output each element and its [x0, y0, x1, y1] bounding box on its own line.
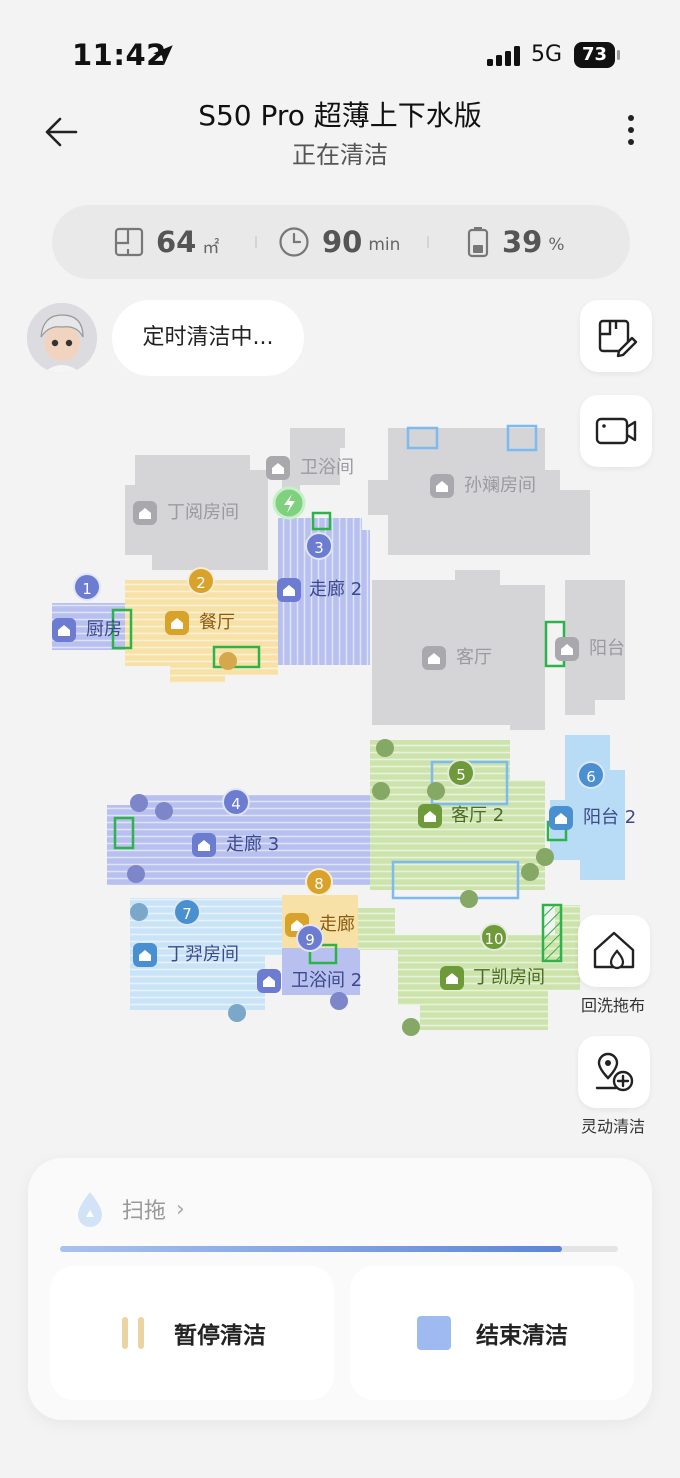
room-name[interactable]: 丁阅房间 — [167, 501, 239, 525]
battery-outline-icon — [467, 227, 489, 258]
pause-button[interactable]: 暂停清洁 — [50, 1266, 334, 1400]
chevron-right-icon: › — [176, 1196, 185, 1222]
edit-map-button[interactable] — [580, 300, 652, 372]
progress-bar — [60, 1246, 618, 1252]
back-arrow-icon[interactable] — [40, 110, 84, 154]
time-unit: min — [368, 235, 401, 255]
room-order-badge: 1 — [73, 573, 101, 601]
room-name[interactable]: 走廊 — [319, 913, 355, 937]
more-options-icon[interactable] — [614, 112, 648, 148]
pause-label: 暂停清洁 — [174, 1323, 266, 1349]
progress-fill — [60, 1246, 563, 1252]
charging-dock[interactable] — [272, 486, 306, 520]
room-icon — [549, 806, 573, 830]
cleaning-stats: 64 ㎡ 90 min 39 % — [52, 205, 630, 279]
room-name[interactable]: 客厅 — [456, 646, 492, 670]
room-name[interactable]: 走廊 2 — [309, 578, 362, 602]
room-icon — [192, 833, 216, 857]
mop-wash-label: 回洗拖布 — [580, 996, 645, 1015]
stat-divider — [255, 236, 257, 248]
room-name[interactable]: 卫浴间 — [300, 456, 354, 480]
stat-divider — [427, 236, 429, 248]
room-name[interactable]: 客厅 2 — [451, 804, 504, 828]
stop-icon — [417, 1316, 451, 1350]
stop-label: 结束清洁 — [476, 1323, 568, 1349]
battery-level: 73 — [574, 42, 615, 68]
room-icon — [133, 943, 157, 967]
time-value: 90 — [322, 225, 363, 259]
room-name[interactable]: 孙斓房间 — [464, 474, 536, 498]
mop-wash-button[interactable] — [578, 915, 650, 987]
battery-stat: 39 % — [466, 205, 565, 279]
room-icon — [555, 637, 579, 661]
room-name[interactable]: 丁凯房间 — [473, 966, 545, 990]
stop-button[interactable]: 结束清洁 — [350, 1266, 634, 1400]
status-bubble: 定时清洁中... — [112, 300, 304, 376]
room-icon — [52, 618, 76, 642]
room-icon — [266, 456, 290, 480]
room-name[interactable]: 阳台 — [589, 637, 625, 661]
edit-map-icon — [598, 319, 638, 358]
device-title: S50 Pro 超薄上下水版 — [198, 99, 482, 132]
room-name[interactable]: 阳台 2 — [583, 806, 636, 830]
room-icon — [430, 474, 454, 498]
water-drop-icon — [78, 1192, 102, 1227]
room-name[interactable]: 厨房 — [86, 618, 122, 642]
room-order-badge: 5 — [447, 759, 475, 787]
location-arrow-icon — [153, 45, 173, 65]
network-type: 5G — [531, 42, 563, 67]
room-name[interactable]: 走廊 3 — [226, 833, 279, 857]
clock-icon — [279, 227, 309, 257]
location-plus-icon — [595, 1052, 634, 1092]
time-stat: 90 min — [278, 205, 400, 279]
area-icon — [114, 227, 144, 257]
smart-clean-button[interactable] — [578, 1036, 650, 1108]
battery-nub — [617, 50, 620, 60]
cellular-signal-icon — [487, 46, 520, 66]
room-order-badge: 3 — [305, 532, 333, 560]
device-status: 正在清洁 — [292, 141, 388, 169]
cartoon-avatar-icon — [27, 303, 97, 373]
room-icon — [257, 969, 281, 993]
mode-label: 扫拖 — [122, 1199, 167, 1224]
room-order-badge: 7 — [173, 898, 201, 926]
no-go-zone — [541, 903, 563, 963]
robot-avatar[interactable] — [27, 303, 97, 373]
room-order-badge: 9 — [296, 924, 324, 952]
room-name[interactable]: 丁羿房间 — [167, 943, 239, 967]
battery-unit: % — [548, 235, 565, 255]
room-icon — [277, 578, 301, 602]
room-icon — [133, 501, 157, 525]
room-order-badge: 10 — [480, 923, 508, 951]
room-icon — [440, 966, 464, 990]
area-stat: 64 ㎡ — [114, 205, 219, 279]
battery-value: 39 — [502, 225, 543, 259]
room-order-badge: 6 — [577, 761, 605, 789]
room-icon — [422, 646, 446, 670]
pause-icon — [122, 1317, 144, 1349]
control-panel: 扫拖 › 暂停清洁 结束清洁 — [28, 1158, 652, 1420]
room-icon — [418, 804, 442, 828]
smart-clean-label: 灵动清洁 — [580, 1117, 645, 1136]
room-order-badge: 4 — [222, 788, 250, 816]
area-unit: ㎡ — [202, 237, 220, 258]
room-order-badge: 2 — [187, 567, 215, 595]
room-name[interactable]: 餐厅 — [199, 611, 235, 635]
room-order-badge: 8 — [305, 868, 333, 896]
area-value: 64 — [156, 225, 197, 259]
room-name[interactable]: 卫浴间 2 — [291, 969, 362, 993]
home-water-drop-icon — [593, 931, 635, 970]
room-icon — [165, 611, 189, 635]
battery-icon: 73 — [574, 42, 620, 68]
mode-selector[interactable]: 扫拖 › — [68, 1188, 185, 1230]
